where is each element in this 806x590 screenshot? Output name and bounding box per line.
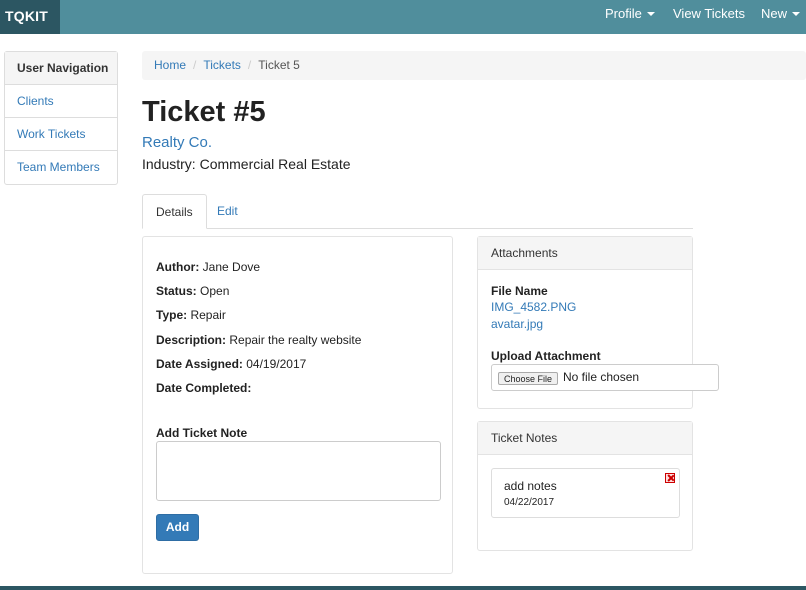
date-completed-label: Date Completed: — [156, 381, 252, 395]
tab-edit[interactable]: Edit — [204, 194, 251, 229]
breadcrumb: Home / Tickets / Ticket 5 — [142, 51, 806, 80]
description-label: Description: — [156, 333, 227, 347]
sidebar-item-work-tickets[interactable]: Work Tickets — [5, 118, 117, 151]
ticket-notes-heading: Ticket Notes — [478, 422, 692, 455]
add-ticket-note-label: Add Ticket Note — [156, 426, 248, 440]
attachments-panel: Attachments File Name IMG_4582.PNG avata… — [477, 236, 719, 409]
ticket-note-textarea[interactable] — [156, 441, 441, 501]
breadcrumb-separator: / — [247, 58, 252, 72]
date-completed-row: Date Completed: — [156, 380, 251, 396]
new-dropdown[interactable]: New — [761, 0, 801, 34]
no-file-chosen-text: No file chosen — [563, 370, 640, 384]
attachment-link[interactable]: IMG_4582.PNG — [491, 300, 576, 314]
date-assigned-value: 04/19/2017 — [246, 357, 307, 371]
attachments-heading: Attachments — [478, 237, 692, 270]
new-label: New — [761, 6, 788, 21]
description-row: Description: Repair the realty website — [156, 332, 361, 348]
brand-logo[interactable]: TQKIT — [0, 0, 60, 34]
view-tickets-link[interactable]: View Tickets — [673, 0, 745, 34]
note-date: 04/22/2017 — [504, 497, 555, 508]
status-label: Status: — [156, 284, 197, 298]
author-row: Author: Jane Dove — [156, 259, 260, 275]
delete-icon[interactable] — [665, 473, 675, 483]
type-row: Type: Repair — [156, 307, 226, 323]
client-link[interactable]: Realty Co. — [142, 134, 212, 152]
status-row: Status: Open — [156, 283, 229, 299]
sidebar-item-clients[interactable]: Clients — [5, 85, 117, 118]
type-label: Type: — [156, 308, 188, 322]
footer-bar — [0, 586, 806, 590]
upload-attachment-label: Upload Attachment — [491, 349, 601, 363]
note-text: add notes — [504, 479, 557, 493]
author-value: Jane Dove — [202, 260, 261, 274]
sidebar-item-team-members[interactable]: Team Members — [5, 151, 117, 184]
caret-down-icon — [646, 11, 655, 16]
status-value: Open — [200, 284, 230, 298]
breadcrumb-current: Ticket 5 — [258, 58, 300, 72]
top-navbar: TQKIT Profile View Tickets New — [0, 0, 806, 34]
breadcrumb-tickets[interactable]: Tickets — [203, 58, 241, 72]
note-card: add notes 04/22/2017 — [491, 468, 680, 518]
ticket-tabs: Details Edit — [142, 194, 693, 229]
file-name-label: File Name — [491, 284, 548, 298]
user-navigation: User Navigation Clients Work Tickets Tea… — [4, 51, 118, 185]
page-title: Ticket #5 — [142, 96, 266, 128]
description-value: Repair the realty website — [229, 333, 362, 347]
tab-details[interactable]: Details — [142, 194, 207, 229]
caret-down-icon — [792, 11, 801, 16]
details-panel: Author: Jane Dove Status: Open Type: Rep… — [142, 236, 453, 574]
user-navigation-heading: User Navigation — [5, 52, 117, 85]
breadcrumb-separator: / — [193, 58, 197, 72]
add-note-button[interactable]: Add — [156, 514, 199, 541]
breadcrumb-home[interactable]: Home — [154, 58, 186, 72]
date-assigned-row: Date Assigned: 04/19/2017 — [156, 356, 306, 372]
type-value: Repair — [190, 308, 226, 322]
choose-file-button[interactable]: Choose File — [498, 372, 559, 385]
file-upload-input[interactable]: Choose File No file chosen — [491, 364, 719, 391]
author-label: Author: — [156, 260, 200, 274]
date-assigned-label: Date Assigned: — [156, 357, 243, 371]
profile-dropdown[interactable]: Profile — [605, 0, 655, 34]
profile-label: Profile — [605, 6, 642, 21]
attachment-link[interactable]: avatar.jpg — [491, 317, 543, 331]
ticket-notes-panel: Ticket Notes add notes 04/22/2017 — [477, 421, 693, 551]
industry-text: Industry: Commercial Real Estate — [142, 156, 351, 172]
